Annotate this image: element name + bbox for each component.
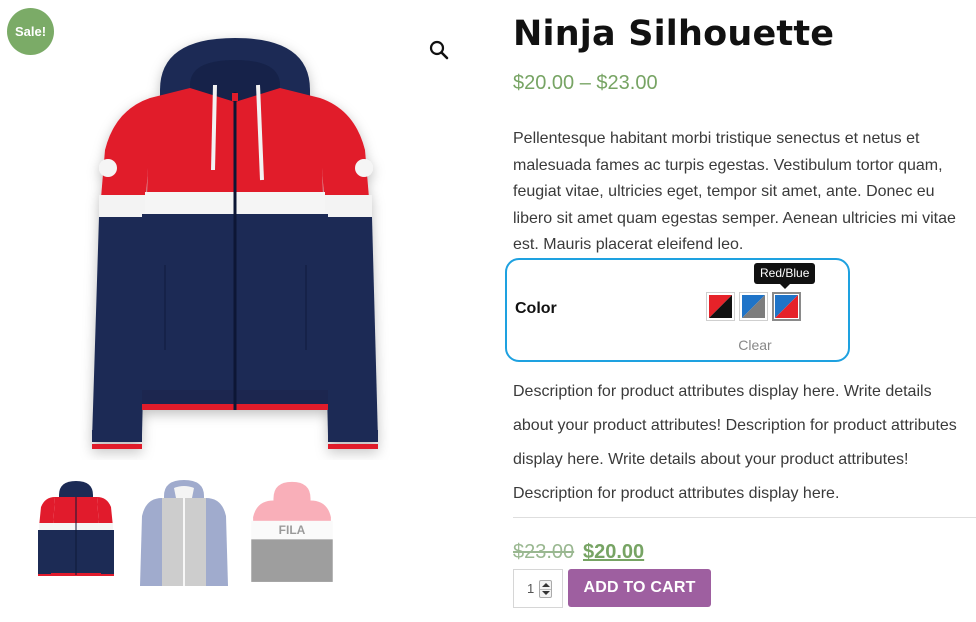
swatch-tooltip: Red/Blue [754,263,816,289]
product-gallery: Sale! FILA [0,0,470,622]
swatch-blue-grey[interactable] [739,292,768,321]
clear-selection-link[interactable]: Clear [706,337,804,353]
color-attribute-label: Color [515,300,557,317]
swatch-red-black[interactable] [706,292,735,321]
quantity-value: 1 [527,581,535,596]
sale-badge: Sale! [7,8,54,55]
price-range: $20.00 – $23.00 [513,72,658,94]
short-description: Pellentesque habitant morbi tristique se… [513,130,956,253]
main-product-image[interactable] [80,30,390,460]
search-icon [429,40,449,60]
zoom-button[interactable] [427,38,451,62]
blue-grey-swatch-icon [742,295,765,318]
thumbnail-grey-blue-hoodie[interactable] [134,476,234,586]
swatch-red-blue[interactable] [772,292,801,321]
product-title: Ninja Silhouette [513,14,835,54]
svg-text:FILA: FILA [279,523,306,537]
add-to-cart-button[interactable]: ADD TO CART [568,569,711,607]
thumbnail-red-blue-hoodie[interactable] [26,476,126,586]
stepper-up-icon[interactable] [542,583,550,587]
product-summary: Ninja Silhouette $20.00 – $23.00 Pellent… [505,0,976,622]
thumbnail-fila-hoodie[interactable]: FILA [242,476,342,586]
quantity-input[interactable]: 1 [513,569,563,608]
color-swatch-list [706,292,801,321]
red-blue-swatch-icon [775,295,798,318]
attribute-description: Description for product attributes displ… [513,383,957,502]
stepper-down-icon[interactable] [542,591,550,595]
regular-price: $23.00 [513,541,575,563]
quantity-stepper[interactable] [539,580,552,598]
thumbnail-list: FILA [26,476,342,586]
variations-form: Color Red/Blue Clear [505,258,850,362]
sale-price: $20.00 [583,541,645,563]
red-black-swatch-icon [709,295,732,318]
divider [513,517,976,518]
